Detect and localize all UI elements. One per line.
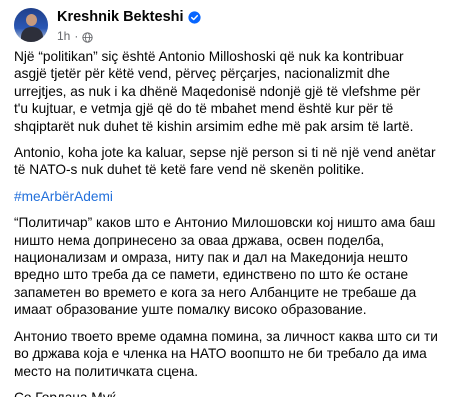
facebook-post: Kreshnik Bekteshi 1h · Një “politikan” s… (0, 0, 450, 407)
post-paragraph-4: Антонио твоето време одамна помина, за л… (14, 328, 438, 379)
globe-icon[interactable] (82, 31, 94, 43)
author-row: Kreshnik Bekteshi (57, 9, 201, 26)
post-paragraph-3: “Политичар” каков што е Антонио Милошовс… (14, 215, 436, 318)
post-paragraph-5: Со Гордана Муќ (14, 389, 438, 397)
verified-badge-icon (187, 11, 201, 24)
author-name[interactable]: Kreshnik Bekteshi (57, 9, 184, 26)
post-subline: 1h · (57, 28, 201, 44)
post-header: Kreshnik Bekteshi 1h · (14, 0, 450, 48)
hashtag-link[interactable]: #meArbërAdemi (14, 188, 438, 205)
post-paragraph-2: Antonio, koha jote ka kaluar, sepse një … (14, 145, 436, 178)
post-meta: Kreshnik Bekteshi 1h · (57, 8, 201, 44)
post-time[interactable]: 1h (57, 28, 70, 44)
avatar[interactable] (14, 8, 48, 42)
separator-dot: · (74, 29, 79, 43)
post-content: Një “politikan” siç është Antonio Millos… (14, 48, 450, 397)
post-paragraph-1: Një “politikan” siç është Antonio Millos… (14, 49, 421, 134)
